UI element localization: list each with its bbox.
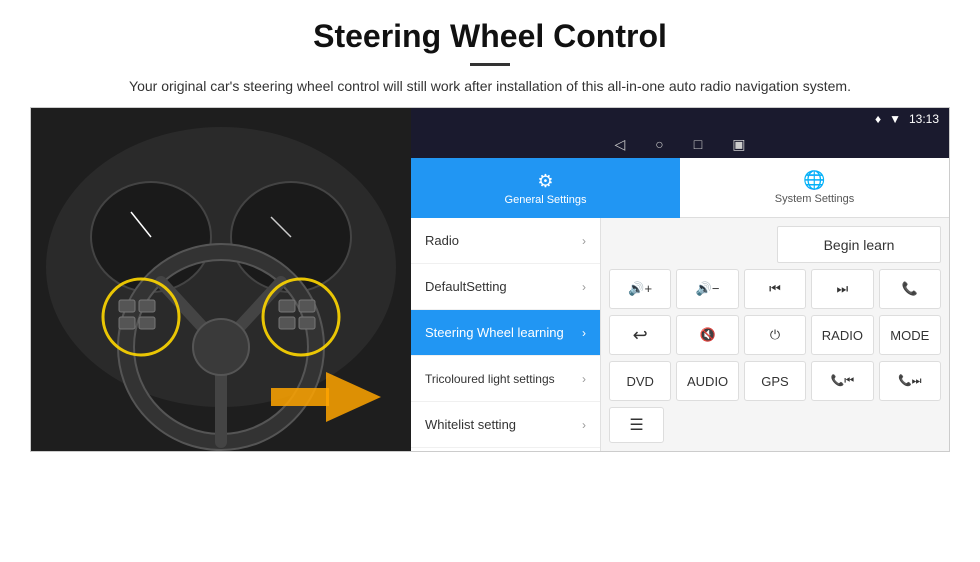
main-content: Radio › DefaultSetting › Steering Wheel …: [411, 218, 949, 451]
power-button[interactable]: ⏻: [744, 315, 806, 355]
phone-icon: 📞: [902, 281, 918, 297]
settings-tabs: ⚙ General Settings 🌐 System Settings: [411, 158, 949, 218]
tab-system-settings[interactable]: 🌐 System Settings: [680, 158, 949, 218]
list-icon-button[interactable]: ☰: [609, 407, 664, 443]
tel-prev-icon: 📞⏮: [831, 374, 855, 388]
right-panel: Begin learn 🔊+ 🔊− ⏮ ⏭: [601, 218, 949, 451]
next-track-button[interactable]: ⏭: [811, 269, 873, 309]
hangup-icon: ↩: [633, 325, 648, 346]
audio-label: AUDIO: [687, 374, 728, 389]
nav-bar: ◁ ○ □ ▣: [411, 130, 949, 158]
tel-next-icon: 📞⏭: [898, 374, 922, 388]
location-icon: ♦: [875, 112, 881, 126]
gps-label: GPS: [761, 374, 788, 389]
recents-nav-button[interactable]: □: [694, 136, 702, 152]
home-nav-button[interactable]: ○: [655, 136, 663, 152]
bottom-icon-row: ☰: [609, 407, 941, 443]
vol-down-icon: 🔊−: [696, 281, 720, 297]
tab-general-settings[interactable]: ⚙ General Settings: [411, 158, 680, 218]
menu-item-radio[interactable]: Radio ›: [411, 218, 600, 264]
tel-prev-button[interactable]: 📞⏮: [811, 361, 873, 401]
left-menu: Radio › DefaultSetting › Steering Wheel …: [411, 218, 601, 451]
mute-button[interactable]: 🔇: [676, 315, 738, 355]
page-header: Steering Wheel Control Your original car…: [0, 0, 980, 107]
hang-up-button[interactable]: ↩: [609, 315, 671, 355]
cast-nav-button[interactable]: ▣: [732, 136, 745, 153]
steering-wheel-image: [31, 108, 411, 451]
audio-button[interactable]: AUDIO: [676, 361, 738, 401]
control-buttons-row2: ↩ 🔇 ⏻ RADIO MODE: [609, 315, 941, 355]
device-section: ♦ ▼ 13:13 ◁ ○ □ ▣ ⚙ General Settings 🌐 S…: [30, 107, 950, 452]
page-title: Steering Wheel Control: [40, 18, 940, 55]
prev-track-button[interactable]: ⏮: [744, 269, 806, 309]
mute-icon: 🔇: [700, 327, 716, 343]
prev-track-icon: ⏮: [769, 281, 781, 297]
next-track-icon: ⏭: [837, 281, 849, 297]
status-time: 13:13: [909, 112, 939, 126]
tab-system-label: System Settings: [775, 193, 854, 205]
chevron-right-icon: ›: [582, 234, 586, 248]
begin-learn-row: Begin learn: [609, 226, 941, 263]
menu-item-whitelist[interactable]: Whitelist setting ›: [411, 402, 600, 448]
dvd-button[interactable]: DVD: [609, 361, 671, 401]
title-divider: [470, 63, 510, 66]
globe-icon: 🌐: [803, 170, 825, 191]
vol-down-button[interactable]: 🔊−: [676, 269, 738, 309]
signal-icon: ▼: [889, 112, 901, 126]
control-buttons-row1: 🔊+ 🔊− ⏮ ⏭ 📞: [609, 269, 941, 309]
android-ui: ♦ ▼ 13:13 ◁ ○ □ ▣ ⚙ General Settings 🌐 S…: [411, 108, 949, 451]
vol-up-icon: 🔊+: [628, 281, 652, 297]
menu-item-steering-wheel[interactable]: Steering Wheel learning ›: [411, 310, 600, 356]
menu-item-tricoloured[interactable]: Tricoloured light settings ›: [411, 356, 600, 402]
radio-label: RADIO: [822, 328, 863, 343]
menu-item-default-setting[interactable]: DefaultSetting ›: [411, 264, 600, 310]
status-bar: ♦ ▼ 13:13: [411, 108, 949, 130]
chevron-right-icon: ›: [582, 326, 586, 340]
control-buttons-row3: DVD AUDIO GPS 📞⏮ 📞⏭: [609, 361, 941, 401]
steering-wheel-svg: [31, 108, 411, 451]
gps-button[interactable]: GPS: [744, 361, 806, 401]
tel-next-button[interactable]: 📞⏭: [879, 361, 941, 401]
back-nav-button[interactable]: ◁: [615, 136, 626, 153]
power-icon: ⏻: [770, 327, 780, 343]
vol-up-button[interactable]: 🔊+: [609, 269, 671, 309]
radio-button[interactable]: RADIO: [811, 315, 873, 355]
begin-learn-button[interactable]: Begin learn: [777, 226, 941, 263]
list-icon: ☰: [629, 415, 643, 435]
spacer: [609, 226, 771, 263]
chevron-right-icon: ›: [582, 372, 586, 386]
tab-general-label: General Settings: [505, 194, 587, 206]
page-subtitle: Your original car's steering wheel contr…: [40, 76, 940, 97]
dvd-label: DVD: [626, 374, 653, 389]
gear-icon: ⚙: [537, 171, 553, 192]
call-button[interactable]: 📞: [879, 269, 941, 309]
mode-label: MODE: [890, 328, 929, 343]
chevron-right-icon: ›: [582, 280, 586, 294]
chevron-right-icon: ›: [582, 418, 586, 432]
mode-button[interactable]: MODE: [879, 315, 941, 355]
